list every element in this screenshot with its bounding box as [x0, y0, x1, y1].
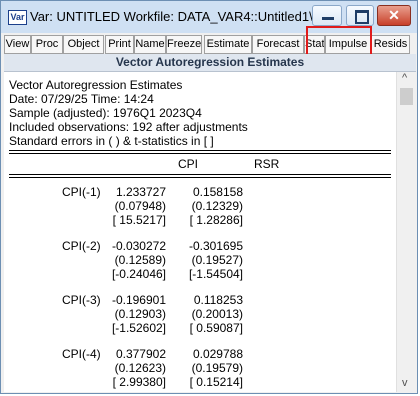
row-label: CPI(-3): [62, 293, 101, 307]
se-cpi: (0.12903): [114, 307, 166, 321]
se-cpi: (0.12623): [114, 361, 166, 375]
var-window: Var Var: UNTITLED Workfile: DATA_VAR4::U…: [0, 0, 418, 394]
row-label: CPI(-2): [62, 239, 101, 253]
toolbar-object-button[interactable]: Object: [63, 35, 104, 54]
coef-cpi: 1.233727: [115, 185, 166, 199]
var-app-icon[interactable]: Var: [8, 10, 27, 25]
toolbar-forecast-button[interactable]: Forecast: [252, 35, 304, 54]
row-label: CPI(-1): [62, 185, 101, 199]
row-label: CPI(-4): [62, 347, 101, 361]
scroll-thumb[interactable]: [400, 88, 413, 105]
minimize-icon: [322, 17, 334, 20]
se-rsr: (0.20013): [191, 307, 243, 321]
info-line: Sample (adjusted): 1976Q1 2023Q4: [9, 106, 202, 120]
toolbar-print-button[interactable]: Print: [105, 35, 134, 54]
divider: [9, 174, 391, 175]
column-header-cpi: CPI: [178, 157, 199, 171]
t-rsr: [ 0.59087]: [189, 321, 243, 335]
info-line: Standard errors in ( ) & t-statistics in…: [9, 134, 214, 148]
toolbar-freeze-button[interactable]: Freeze: [166, 35, 202, 54]
window-title: Var: UNTITLED Workfile: DATA_VAR4::Untit…: [30, 9, 313, 24]
t-rsr: [ 1.28286]: [189, 213, 243, 227]
t-rsr: [-1.54504]: [188, 267, 243, 281]
se-rsr: (0.19527): [191, 253, 243, 267]
divider: [9, 177, 391, 178]
output-header: Vector Autoregression Estimates: [4, 54, 416, 72]
t-cpi: [ 2.99380]: [112, 375, 166, 389]
scroll-up-icon[interactable]: ^: [402, 72, 407, 84]
minimize-button[interactable]: [312, 5, 342, 26]
column-header-rsr: RSR: [254, 157, 280, 171]
info-line: Date: 07/29/25 Time: 14:24: [9, 92, 154, 106]
toolbar-resids-button[interactable]: Resids: [371, 35, 410, 54]
se-rsr: (0.19579): [191, 361, 243, 375]
toolbar-estimate-button[interactable]: Estimate: [204, 35, 252, 54]
maximize-icon: [355, 10, 369, 24]
divider: [9, 150, 391, 151]
close-icon: ✕: [388, 7, 400, 23]
toolbar-name-button[interactable]: Name: [134, 35, 166, 54]
se-cpi: (0.07948): [114, 199, 166, 213]
coef-rsr: 0.118253: [193, 293, 243, 307]
se-rsr: (0.12329): [191, 199, 243, 213]
close-button[interactable]: ✕: [377, 5, 411, 26]
se-cpi: (0.12589): [114, 253, 166, 267]
t-cpi: [-1.52602]: [111, 321, 166, 335]
t-cpi: [ 15.5217]: [112, 213, 166, 227]
coef-cpi: 0.377902: [115, 347, 166, 361]
estimation-output: Vector Autoregression Estimates Date: 07…: [4, 72, 396, 392]
t-cpi: [-0.24046]: [111, 267, 166, 281]
coef-rsr: 0.029788: [192, 347, 243, 361]
divider: [9, 153, 391, 154]
info-line: Included observations: 192 after adjustm…: [9, 120, 248, 134]
vertical-scrollbar[interactable]: ^ v: [396, 72, 417, 392]
coef-cpi: -0.196901: [111, 293, 166, 307]
coef-rsr: -0.301695: [188, 239, 243, 253]
coef-cpi: -0.030272: [111, 239, 166, 253]
coef-rsr: 0.158158: [192, 185, 243, 199]
scroll-down-icon[interactable]: v: [402, 377, 408, 389]
toolbar-view-button[interactable]: View: [4, 35, 31, 54]
t-rsr: [ 0.15214]: [189, 375, 243, 389]
toolbar-proc-button[interactable]: Proc: [31, 35, 63, 54]
maximize-button[interactable]: [346, 5, 374, 26]
info-line: Vector Autoregression Estimates: [9, 78, 183, 92]
